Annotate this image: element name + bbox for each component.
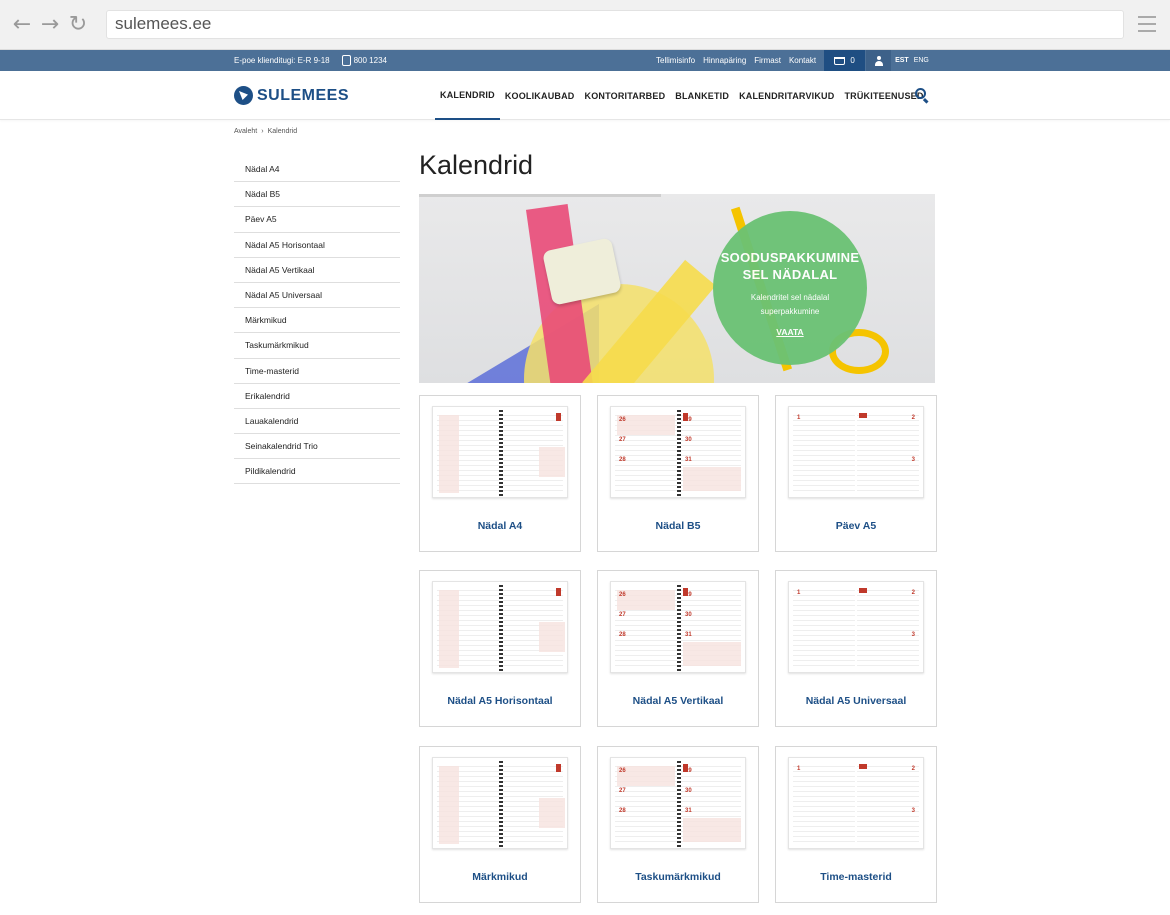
topbar-link-tellimisinfo[interactable]: Tellimisinfo bbox=[656, 56, 695, 65]
reload-icon[interactable]: ↻ bbox=[66, 13, 90, 37]
product-title[interactable]: Nädal A5 Vertikaal bbox=[598, 695, 758, 707]
user-icon bbox=[874, 55, 883, 66]
product-card[interactable]: 26 27 28 29 30 31 Nädal A5 Vertikaal bbox=[597, 570, 759, 727]
product-title[interactable]: Time-masterid bbox=[776, 871, 936, 883]
product-thumbnail: 1 2 3 bbox=[788, 406, 924, 498]
sidebar-item-time-masterid[interactable]: Time-masterid bbox=[234, 359, 400, 384]
phone-contact[interactable]: 800 1234 bbox=[341, 55, 387, 66]
category-sidebar: Nädal A4 Nädal B5 Päev A5 Nädal A5 Horis… bbox=[234, 157, 400, 485]
product-card[interactable]: 26 27 28 29 30 31 Nädal B5 bbox=[597, 395, 759, 552]
product-title[interactable]: Nädal A5 Horisontaal bbox=[420, 695, 580, 707]
cart-icon bbox=[834, 56, 846, 65]
product-thumbnail bbox=[432, 581, 568, 673]
sidebar-item-nadal-a5-universaal[interactable]: Nädal A5 Universaal bbox=[234, 283, 400, 309]
nav-blanketid[interactable]: BLANKETID bbox=[670, 71, 734, 120]
forward-arrow-icon[interactable]: → bbox=[38, 13, 62, 37]
breadcrumb-home[interactable]: Avaleht bbox=[234, 128, 257, 135]
language-switcher: EST ENG bbox=[895, 57, 929, 64]
topbar-link-firmast[interactable]: Firmast bbox=[754, 56, 781, 65]
product-title[interactable]: Nädal B5 bbox=[598, 520, 758, 532]
sidebar-item-nadal-a5-vertikaal[interactable]: Nädal A5 Vertikaal bbox=[234, 258, 400, 283]
sidebar-item-nadal-b5[interactable]: Nädal B5 bbox=[234, 182, 400, 208]
product-thumbnail: 26 27 28 29 30 31 bbox=[610, 757, 746, 849]
sidebar-item-erikalendrid[interactable]: Erikalendrid bbox=[234, 384, 400, 409]
top-info-bar: E-poe klienditugi: E-R 9-18 800 1234 Tel… bbox=[0, 50, 1170, 71]
nav-kalendritarvikud[interactable]: KALENDRITARVIKUD bbox=[734, 71, 839, 120]
cart-count: 0 bbox=[850, 56, 855, 65]
sidebar-item-pildikalendrid[interactable]: Pildikalendrid bbox=[234, 459, 400, 485]
product-title[interactable]: Taskumärkmikud bbox=[598, 871, 758, 883]
phone-icon bbox=[341, 55, 351, 66]
browser-chrome: ← → ↻ sulemees.ee bbox=[0, 0, 1170, 50]
phone-number: 800 1234 bbox=[353, 56, 387, 65]
logo-mark-icon bbox=[234, 86, 253, 105]
search-icon[interactable] bbox=[915, 88, 930, 104]
product-card[interactable]: 1 2 3 Time-masterid bbox=[775, 746, 937, 903]
product-card[interactable]: Märkmikud bbox=[419, 746, 581, 903]
product-card[interactable]: 26 27 28 29 30 31 Taskumärkmikud bbox=[597, 746, 759, 903]
browser-menu-icon[interactable] bbox=[1138, 16, 1156, 37]
promo-subtitle-line2: superpakkumine bbox=[760, 307, 820, 316]
cart-button[interactable]: 0 bbox=[824, 50, 866, 71]
product-title[interactable]: Märkmikud bbox=[420, 871, 580, 883]
product-thumbnail: 1 2 3 bbox=[788, 757, 924, 849]
sidebar-item-nadal-a5-horisontaal[interactable]: Nädal A5 Horisontaal bbox=[234, 233, 400, 258]
sidebar-item-markmikud[interactable]: Märkmikud bbox=[234, 308, 400, 334]
promo-banner[interactable]: SOODUSPAKKUMINE SEL NÄDALAL Kalendritel … bbox=[419, 194, 935, 383]
product-thumbnail bbox=[432, 406, 568, 498]
product-card[interactable]: 1 2 3 Päev A5 bbox=[775, 395, 937, 552]
topbar-link-kontakt[interactable]: Kontakt bbox=[789, 56, 816, 65]
product-title[interactable]: Nädal A4 bbox=[420, 520, 580, 532]
sidebar-item-lauakalendrid[interactable]: Lauakalendrid bbox=[234, 409, 400, 435]
logo-text: SULEMEES bbox=[257, 86, 350, 104]
product-title[interactable]: Nädal A5 Universaal bbox=[776, 695, 936, 707]
product-title[interactable]: Päev A5 bbox=[776, 520, 936, 532]
product-thumbnail bbox=[432, 757, 568, 849]
main-header: SULEMEES KALENDRID KOOLIKAUBAD KONTORITA… bbox=[0, 71, 1170, 120]
back-arrow-icon[interactable]: ← bbox=[10, 13, 34, 37]
address-bar[interactable]: sulemees.ee bbox=[106, 10, 1124, 39]
breadcrumb-separator: › bbox=[261, 128, 264, 135]
promo-subtitle-line1: Kalendritel sel nädalal bbox=[750, 293, 830, 302]
breadcrumb: Avaleht › Kalendrid bbox=[234, 128, 297, 135]
sidebar-item-nadal-a4[interactable]: Nädal A4 bbox=[234, 157, 400, 183]
product-card[interactable]: Nädal A4 bbox=[419, 395, 581, 552]
lang-est[interactable]: EST bbox=[895, 57, 909, 64]
product-card[interactable]: 1 2 3 Nädal A5 Universaal bbox=[775, 570, 937, 727]
sidebar-item-paev-a5[interactable]: Päev A5 bbox=[234, 207, 400, 233]
promo-title-line1: SOODUSPAKKUMINE bbox=[720, 250, 860, 265]
product-thumbnail: 1 2 3 bbox=[788, 581, 924, 673]
promo-circle: SOODUSPAKKUMINE SEL NÄDALAL Kalendritel … bbox=[713, 211, 867, 365]
nav-kontoritarbed[interactable]: KONTORITARBED bbox=[580, 71, 671, 120]
product-thumbnail: 26 27 28 29 30 31 bbox=[610, 406, 746, 498]
promo-view-link[interactable]: VAATA bbox=[776, 327, 803, 337]
site-logo[interactable]: SULEMEES bbox=[234, 86, 349, 105]
main-navigation: KALENDRID KOOLIKAUBAD KONTORITARBED BLAN… bbox=[435, 71, 929, 120]
product-card[interactable]: Nädal A5 Horisontaal bbox=[419, 570, 581, 727]
sidebar-item-taskumarkmikud[interactable]: Taskumärkmikud bbox=[234, 333, 400, 359]
account-button[interactable] bbox=[866, 50, 892, 71]
breadcrumb-current: Kalendrid bbox=[267, 128, 298, 135]
lang-eng[interactable]: ENG bbox=[914, 57, 929, 64]
product-thumbnail: 26 27 28 29 30 31 bbox=[610, 581, 746, 673]
topbar-link-hinnaparing[interactable]: Hinnapäring bbox=[703, 56, 746, 65]
sidebar-item-seinakalendrid-trio[interactable]: Seinakalendrid Trio bbox=[234, 434, 400, 460]
promo-title-line2: SEL NÄDALAL bbox=[742, 267, 838, 282]
nav-kalendrid[interactable]: KALENDRID bbox=[435, 71, 500, 120]
nav-koolikaubad[interactable]: KOOLIKAUBAD bbox=[500, 71, 580, 120]
page-title: Kalendrid bbox=[419, 150, 534, 180]
support-hours: E-poe klienditugi: E-R 9-18 bbox=[234, 56, 330, 65]
slider-progress-bar bbox=[419, 194, 661, 197]
